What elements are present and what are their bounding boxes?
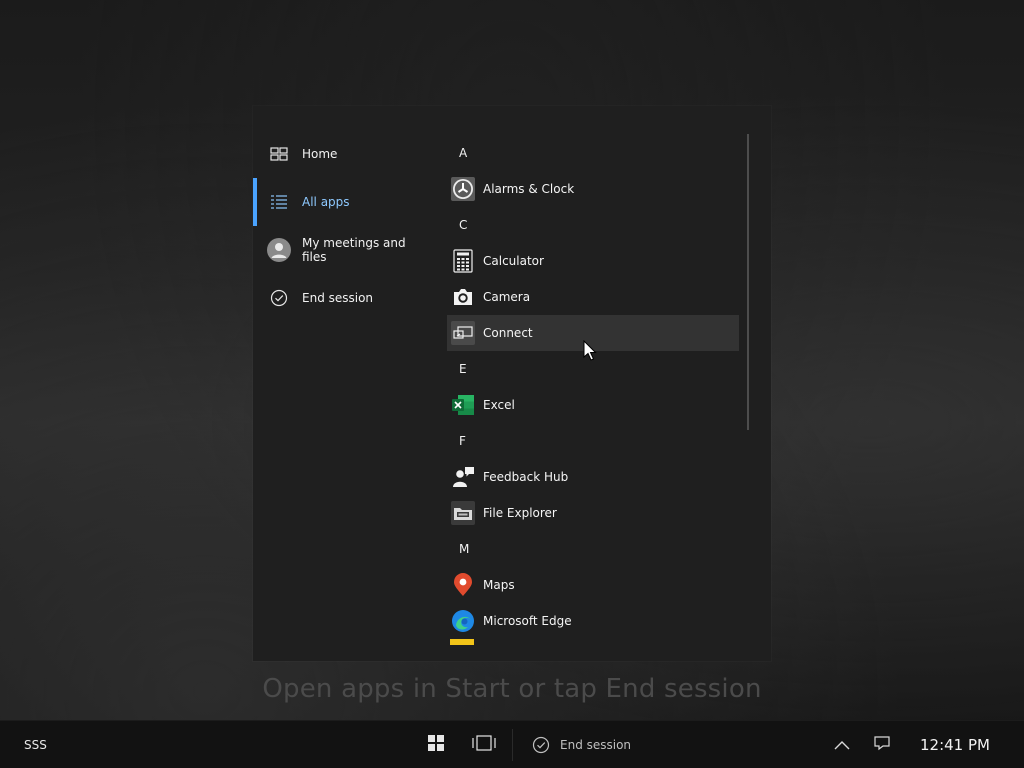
start-menu: Home All apps My meetings and files End … <box>253 106 771 661</box>
mouse-cursor-icon <box>583 340 597 361</box>
windows-logo-icon <box>427 734 445 756</box>
alarm-clock-icon <box>451 177 475 201</box>
app-group-letter-c[interactable]: C <box>447 207 739 243</box>
app-label: Calculator <box>483 254 544 268</box>
all-apps-list: A Alarms & Clock C Calculator Camera Con… <box>447 135 739 639</box>
connect-icon <box>451 321 475 345</box>
nav-item-label: My meetings and files <box>302 236 406 264</box>
app-label: Microsoft Edge <box>483 614 572 628</box>
app-maps[interactable]: Maps <box>447 567 739 603</box>
nav-item-home[interactable]: Home <box>253 130 433 178</box>
taskbar: SSS End session 12:41 PM <box>0 720 1024 768</box>
show-hidden-icons-button[interactable] <box>832 735 852 755</box>
app-group-letter-f[interactable]: F <box>447 423 739 459</box>
task-view-icon <box>471 734 497 756</box>
excel-icon <box>451 393 475 417</box>
check-circle-icon <box>532 736 550 754</box>
nav-item-my-meetings-and-files[interactable]: My meetings and files <box>253 226 433 274</box>
calculator-icon <box>451 249 475 273</box>
avatar-icon <box>267 238 291 262</box>
end-session-label: End session <box>560 738 632 752</box>
windows-start-button[interactable] <box>424 733 448 757</box>
check-circle-icon <box>267 286 291 310</box>
app-group-letter-m[interactable]: M <box>447 531 739 567</box>
taskbar-end-session-button[interactable]: End session <box>532 721 631 768</box>
nav-item-label: All apps <box>302 195 350 209</box>
maps-icon <box>451 573 475 597</box>
home-icon <box>267 142 291 166</box>
app-label: Excel <box>483 398 515 412</box>
chevron-up-icon <box>833 736 851 755</box>
taskbar-clock[interactable]: 12:41 PM <box>920 721 990 768</box>
app-label: File Explorer <box>483 506 557 520</box>
partially-visible-app-icon <box>450 639 474 645</box>
list-icon <box>267 190 291 214</box>
nav-item-label: Home <box>302 147 338 161</box>
app-excel[interactable]: Excel <box>447 387 739 423</box>
camera-icon <box>451 285 475 309</box>
notification-icon <box>873 735 891 755</box>
nav-item-label: End session <box>302 291 374 305</box>
start-nav: Home All apps My meetings and files End … <box>253 130 433 322</box>
nav-item-all-apps[interactable]: All apps <box>253 178 433 226</box>
app-label: Alarms & Clock <box>483 182 575 196</box>
file-explorer-icon <box>451 501 475 525</box>
app-alarms-clock[interactable]: Alarms & Clock <box>447 171 739 207</box>
app-camera[interactable]: Camera <box>447 279 739 315</box>
action-center-button[interactable] <box>872 735 892 755</box>
nav-item-end-session[interactable]: End session <box>253 274 433 322</box>
feedback-hub-icon <box>451 465 475 489</box>
app-list-scrollbar[interactable] <box>747 134 749 430</box>
app-label: Connect <box>483 326 533 340</box>
taskbar-divider <box>512 729 513 761</box>
session-hint-text: Open apps in Start or tap End session <box>262 674 762 704</box>
app-feedback-hub[interactable]: Feedback Hub <box>447 459 739 495</box>
task-view-button[interactable] <box>470 733 498 757</box>
app-label: Maps <box>483 578 515 592</box>
app-file-explorer[interactable]: File Explorer <box>447 495 739 531</box>
edge-icon <box>451 609 475 633</box>
app-group-letter-a[interactable]: A <box>447 135 739 171</box>
app-calculator[interactable]: Calculator <box>447 243 739 279</box>
taskbar-left-label: SSS <box>24 738 47 752</box>
app-label: Camera <box>483 290 531 304</box>
app-label: Feedback Hub <box>483 470 569 484</box>
app-microsoft-edge[interactable]: Microsoft Edge <box>447 603 739 639</box>
